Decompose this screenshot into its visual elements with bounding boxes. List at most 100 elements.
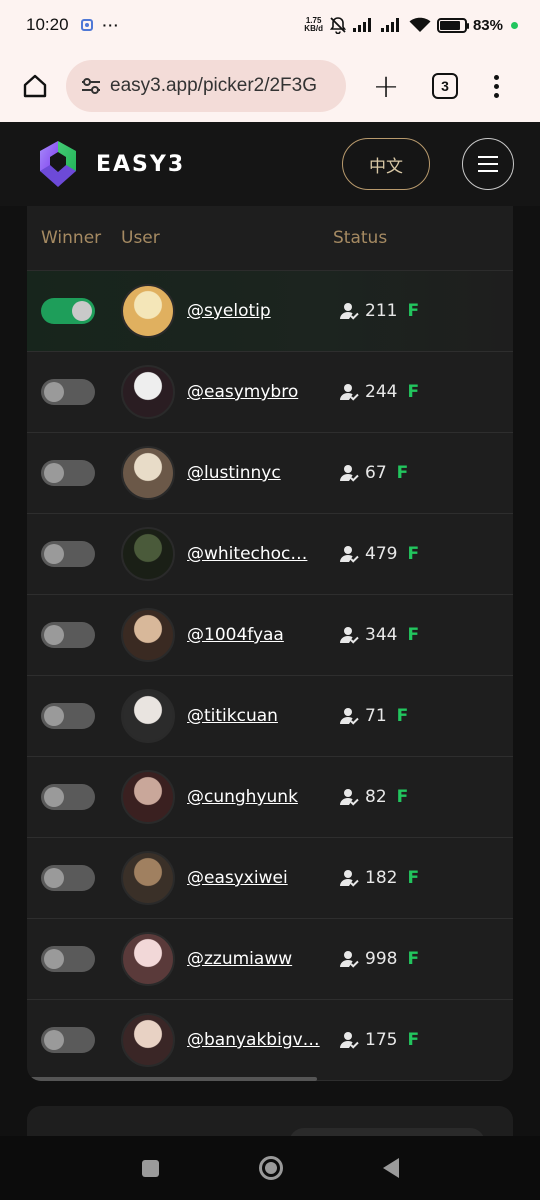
follow-status-badge: F bbox=[407, 1030, 420, 1050]
network-speed: 1.75 KB/d bbox=[304, 17, 323, 33]
recents-button[interactable] bbox=[141, 1159, 159, 1177]
home-nav-button[interactable] bbox=[258, 1156, 283, 1180]
follow-status-badge: F bbox=[396, 787, 409, 807]
winner-toggle[interactable] bbox=[41, 865, 95, 891]
status-cell: 998 F bbox=[339, 949, 419, 969]
user-check-icon bbox=[340, 951, 359, 968]
avatar[interactable] bbox=[121, 446, 175, 500]
winner-toggle[interactable] bbox=[41, 703, 95, 729]
winner-cell bbox=[27, 703, 121, 729]
winner-toggle[interactable] bbox=[41, 622, 95, 648]
avatar[interactable] bbox=[121, 608, 175, 662]
user-check-icon bbox=[340, 789, 359, 806]
user-check-icon bbox=[340, 708, 359, 725]
table-row: @zzumiaww 998 F bbox=[27, 919, 513, 1000]
winner-toggle[interactable] bbox=[41, 784, 95, 810]
participants-table: Winner User Status @syelotip 211 F @easy… bbox=[27, 206, 513, 1081]
toggle-knob bbox=[44, 463, 64, 483]
follower-count: 175 bbox=[365, 1030, 398, 1050]
username-link[interactable]: @easyxiwei bbox=[187, 868, 339, 888]
username-link[interactable]: @1004fyaa bbox=[187, 625, 339, 645]
user-check-icon bbox=[340, 303, 359, 320]
status-cell: 82 F bbox=[339, 787, 408, 807]
username-link[interactable]: @cunghyunk bbox=[187, 787, 339, 807]
follower-count: 82 bbox=[365, 787, 387, 807]
user-check-icon bbox=[340, 870, 359, 887]
follow-status-badge: F bbox=[396, 706, 409, 726]
avatar[interactable] bbox=[121, 770, 175, 824]
new-tab-button[interactable]: + bbox=[368, 67, 404, 105]
user-check-icon bbox=[340, 1032, 359, 1049]
site-settings-icon[interactable] bbox=[80, 75, 102, 97]
avatar[interactable] bbox=[121, 527, 175, 581]
easy3-logo-icon[interactable] bbox=[36, 139, 80, 189]
status-cell: 344 F bbox=[339, 625, 419, 645]
winner-toggle[interactable] bbox=[41, 946, 95, 972]
avatar[interactable] bbox=[121, 851, 175, 905]
avatar[interactable] bbox=[121, 284, 175, 338]
avatar[interactable] bbox=[121, 1013, 175, 1067]
signal-icon-1 bbox=[352, 18, 371, 32]
table-header: Winner User Status bbox=[27, 206, 513, 271]
status-cell: 71 F bbox=[339, 706, 408, 726]
wifi-icon bbox=[409, 17, 431, 32]
username-link[interactable]: @titikcuan bbox=[187, 706, 339, 726]
winner-toggle[interactable] bbox=[41, 379, 95, 405]
menu-dot-icon bbox=[493, 92, 499, 98]
user-check-icon bbox=[340, 465, 359, 482]
menu-dot-icon bbox=[493, 74, 499, 80]
table-body: @syelotip 211 F @easymybro 244 F @lustin… bbox=[27, 271, 513, 1081]
username-link[interactable]: @whitechoc… bbox=[187, 544, 339, 564]
user-check-icon bbox=[340, 627, 359, 644]
follow-status-badge: F bbox=[407, 301, 420, 321]
follower-count: 71 bbox=[365, 706, 387, 726]
toggle-knob bbox=[44, 706, 64, 726]
winner-cell bbox=[27, 946, 121, 972]
main-menu-button[interactable] bbox=[462, 138, 514, 190]
winner-toggle[interactable] bbox=[41, 541, 95, 567]
winner-toggle[interactable] bbox=[41, 1027, 95, 1053]
column-header-user: User bbox=[121, 228, 160, 248]
winner-toggle[interactable] bbox=[41, 460, 95, 486]
home-button[interactable] bbox=[16, 67, 54, 105]
table-row: @syelotip 211 F bbox=[27, 271, 513, 352]
follower-count: 479 bbox=[365, 544, 398, 564]
username-link[interactable]: @banyakbigv… bbox=[187, 1030, 339, 1050]
table-row: @easymybro 244 F bbox=[27, 352, 513, 433]
hamburger-line-icon bbox=[478, 163, 498, 165]
hamburger-line-icon bbox=[478, 156, 498, 158]
toggle-knob bbox=[44, 949, 64, 969]
toggle-knob bbox=[44, 625, 64, 645]
browser-menu-button[interactable] bbox=[486, 74, 506, 98]
avatar[interactable] bbox=[121, 365, 175, 419]
username-link[interactable]: @lustinnyc bbox=[187, 463, 339, 483]
avatar[interactable] bbox=[121, 932, 175, 986]
status-cell: 182 F bbox=[339, 868, 419, 888]
avatar[interactable] bbox=[121, 689, 175, 743]
follow-status-badge: F bbox=[407, 382, 420, 402]
tab-switcher-button[interactable]: 3 bbox=[432, 73, 458, 99]
winner-cell bbox=[27, 379, 121, 405]
toggle-knob bbox=[44, 382, 64, 402]
address-bar[interactable]: easy3.app/picker2/2F3G bbox=[66, 60, 346, 112]
back-button[interactable] bbox=[382, 1158, 399, 1178]
battery-percent: 83% bbox=[472, 16, 503, 34]
menu-dot-icon bbox=[493, 83, 499, 89]
user-check-icon bbox=[340, 384, 359, 401]
status-cell: 175 F bbox=[339, 1030, 419, 1050]
horizontal-scrollbar[interactable] bbox=[27, 1077, 317, 1081]
username-link[interactable]: @syelotip bbox=[187, 301, 339, 321]
username-link[interactable]: @easymybro bbox=[187, 382, 339, 402]
username-link[interactable]: @zzumiaww bbox=[187, 949, 339, 969]
winner-toggle[interactable] bbox=[41, 298, 95, 324]
language-button[interactable]: 中文 bbox=[342, 138, 430, 190]
follower-count: 182 bbox=[365, 868, 398, 888]
follower-count: 211 bbox=[365, 301, 398, 321]
url-text[interactable]: easy3.app/picker2/2F3G bbox=[110, 75, 317, 97]
battery-icon bbox=[436, 17, 469, 33]
brand-name: EASY3 bbox=[96, 151, 186, 177]
follow-status-badge: F bbox=[396, 463, 409, 483]
follow-status-badge: F bbox=[407, 868, 420, 888]
status-cell: 211 F bbox=[339, 301, 419, 321]
status-cell: 244 F bbox=[339, 382, 419, 402]
